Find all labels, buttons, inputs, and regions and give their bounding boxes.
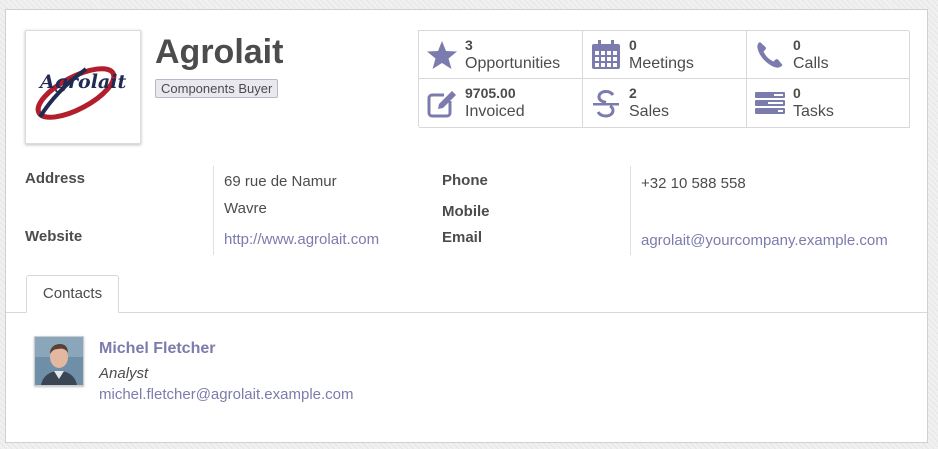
phone-value: +32 10 588 558	[641, 175, 746, 192]
invoiced-label: Invoiced	[465, 103, 525, 120]
partner-form-sheet: Agrolait Agrolait Components Buyer 3 Opp…	[5, 9, 928, 443]
agrolait-logo-image: Agrolait	[35, 66, 126, 120]
tab-contacts[interactable]: Contacts	[26, 275, 119, 313]
tasks-count: 0	[793, 85, 801, 101]
partner-logo[interactable]: Agrolait	[25, 30, 141, 144]
opportunities-button[interactable]: 3 Opportunities	[419, 31, 583, 79]
invoiced-amount: 9705.00	[465, 85, 516, 101]
sales-count: 2	[629, 85, 637, 101]
contact-function: Analyst	[99, 365, 149, 382]
website-label: Website	[25, 228, 83, 245]
phone-label: Phone	[442, 172, 488, 189]
contact-email-link[interactable]: michel.fletcher@agrolait.example.com	[99, 386, 354, 403]
person-photo	[35, 337, 83, 385]
website-link[interactable]: http://www.agrolait.com	[224, 231, 379, 248]
contact-avatar[interactable]	[34, 336, 84, 386]
opportunities-count: 3	[465, 37, 473, 53]
star-icon	[427, 41, 457, 69]
meetings-button[interactable]: 0 Meetings	[583, 31, 747, 79]
address-divider	[213, 166, 214, 255]
address-label: Address	[25, 170, 86, 187]
smart-buttons: 3 Opportunities 0 Meetings 0 Calls 9705.…	[418, 30, 910, 128]
category-tag[interactable]: Components Buyer	[155, 79, 279, 98]
calendar-icon	[592, 40, 620, 69]
partner-name: Agrolait	[155, 33, 284, 71]
tasks-button[interactable]: 0 Tasks	[747, 79, 910, 128]
sales-label: Sales	[629, 103, 670, 120]
contact-name-link[interactable]: Michel Fletcher	[99, 340, 215, 358]
calls-label: Calls	[793, 55, 829, 72]
strikethrough-icon	[593, 89, 619, 118]
sales-button[interactable]: 2 Sales	[583, 79, 747, 128]
tasks-label: Tasks	[793, 103, 834, 120]
address-city: Wavre	[224, 200, 267, 217]
meetings-count: 0	[629, 37, 637, 53]
email-link[interactable]: agrolait@yourcompany.example.com	[641, 232, 888, 249]
contact-info-divider	[630, 166, 631, 255]
tasks-icon	[755, 92, 785, 114]
opportunities-label: Opportunities	[465, 55, 561, 72]
meetings-label: Meetings	[629, 55, 694, 72]
calls-button[interactable]: 0 Calls	[747, 31, 910, 79]
email-label: Email	[442, 229, 483, 246]
calls-count: 0	[793, 37, 801, 53]
address-street: 69 rue de Namur	[224, 173, 337, 190]
mobile-label: Mobile	[442, 203, 490, 220]
notebook-tabbar	[6, 312, 927, 313]
logo-wordmark: Agrolait	[38, 71, 126, 93]
invoiced-button[interactable]: 9705.00 Invoiced	[419, 79, 583, 128]
phone-icon	[757, 42, 783, 68]
pencil-square-icon	[427, 91, 456, 118]
